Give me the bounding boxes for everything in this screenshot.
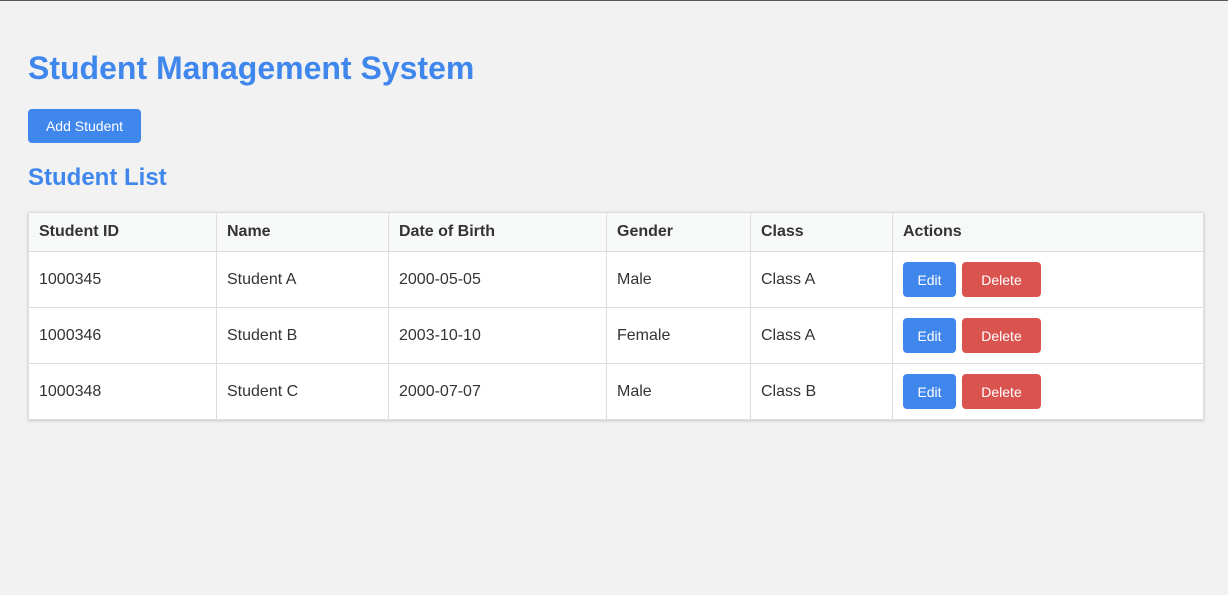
cell-student-id: 1000348 [28, 363, 217, 420]
student-table: Student ID Name Date of Birth Gender Cla… [28, 212, 1204, 420]
column-header-class: Class [750, 212, 893, 252]
delete-button[interactable]: Delete [962, 262, 1041, 297]
cell-class: Class A [750, 307, 893, 364]
window-top-border [0, 0, 1228, 1]
cell-actions: Edit Delete [892, 251, 1204, 308]
edit-button[interactable]: Edit [903, 262, 956, 297]
table-body: 1000345 Student A 2000-05-05 Male Class … [28, 251, 1204, 420]
cell-class: Class A [750, 251, 893, 308]
table-row: 1000346 Student B 2003-10-10 Female Clas… [28, 307, 1204, 364]
cell-gender: Female [606, 307, 751, 364]
column-header-actions: Actions [892, 212, 1204, 252]
table-header-row: Student ID Name Date of Birth Gender Cla… [28, 212, 1204, 252]
cell-date-of-birth: 2000-07-07 [388, 363, 607, 420]
table-header: Student ID Name Date of Birth Gender Cla… [28, 212, 1204, 252]
cell-date-of-birth: 2003-10-10 [388, 307, 607, 364]
column-header-name: Name [216, 212, 389, 252]
student-table-container: Student ID Name Date of Birth Gender Cla… [28, 212, 1204, 420]
cell-gender: Male [606, 363, 751, 420]
cell-name: Student A [216, 251, 389, 308]
cell-student-id: 1000346 [28, 307, 217, 364]
cell-actions: Edit Delete [892, 307, 1204, 364]
table-row: 1000345 Student A 2000-05-05 Male Class … [28, 251, 1204, 308]
delete-button[interactable]: Delete [962, 318, 1041, 353]
cell-date-of-birth: 2000-05-05 [388, 251, 607, 308]
table-row: 1000348 Student C 2000-07-07 Male Class … [28, 363, 1204, 420]
cell-actions: Edit Delete [892, 363, 1204, 420]
column-header-student-id: Student ID [28, 212, 217, 252]
student-list-title: Student List [28, 164, 167, 191]
column-header-date-of-birth: Date of Birth [388, 212, 607, 252]
cell-class: Class B [750, 363, 893, 420]
edit-button[interactable]: Edit [903, 374, 956, 409]
cell-name: Student B [216, 307, 389, 364]
add-student-button[interactable]: Add Student [28, 109, 141, 143]
column-header-gender: Gender [606, 212, 751, 252]
cell-student-id: 1000345 [28, 251, 217, 308]
edit-button[interactable]: Edit [903, 318, 956, 353]
delete-button[interactable]: Delete [962, 374, 1041, 409]
cell-gender: Male [606, 251, 751, 308]
cell-name: Student C [216, 363, 389, 420]
page-title: Student Management System [28, 50, 475, 86]
